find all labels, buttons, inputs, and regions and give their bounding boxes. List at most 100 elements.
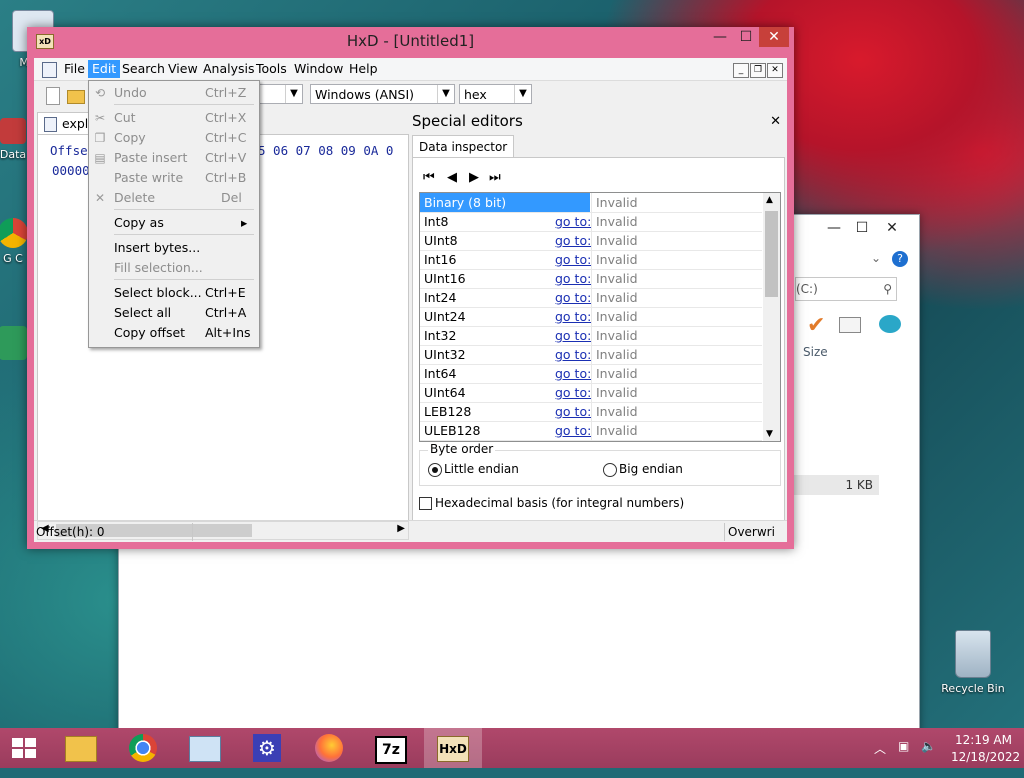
menu-search[interactable]: Search: [118, 60, 169, 78]
inspector-row[interactable]: Int8 go to: Invalid: [420, 212, 762, 232]
inspector-row[interactable]: UInt64 go to: Invalid: [420, 383, 762, 403]
goto-link[interactable]: go to:: [555, 269, 591, 288]
inspector-row-value[interactable]: Invalid: [591, 231, 766, 250]
taskbar-hxd[interactable]: HxD: [424, 728, 482, 768]
volume-icon[interactable]: 🔈: [921, 739, 936, 753]
big-endian-label[interactable]: Big endian: [619, 462, 683, 476]
inspector-row-value[interactable]: Invalid: [591, 307, 766, 326]
taskbar-control-panel[interactable]: [176, 728, 234, 768]
edit-menu-item[interactable]: Copy as ▸: [89, 213, 259, 233]
taskbar-chrome[interactable]: [114, 728, 172, 768]
checkmark-icon[interactable]: ✔: [807, 313, 825, 338]
inspector-row-value[interactable]: Invalid: [591, 421, 766, 440]
taskbar-7zip[interactable]: 7z: [362, 728, 420, 768]
inspector-row[interactable]: Int16 go to: Invalid: [420, 250, 762, 270]
tab-data-inspector[interactable]: Data inspector: [412, 135, 515, 158]
goto-link[interactable]: go to:: [555, 231, 591, 250]
edit-menu-dropdown[interactable]: ⟲ Undo Ctrl+Z ✂ Cut Ctrl+X ❐ Copy Ctrl+C ▤ Paste i…: [88, 80, 260, 348]
column-header-size[interactable]: Size: [803, 345, 828, 359]
inspector-row[interactable]: UInt8 go to: Invalid: [420, 231, 762, 251]
taskbar-settings[interactable]: ⚙: [238, 728, 296, 768]
mdi-restore-button[interactable]: ❐: [750, 63, 766, 78]
menu-window[interactable]: Window: [290, 60, 347, 78]
clock-time[interactable]: 12:19 AM: [955, 733, 1012, 747]
tray-chevron-up-icon[interactable]: ︿: [874, 740, 886, 757]
goto-link[interactable]: go to:: [555, 345, 591, 364]
explorer-minimize-button[interactable]: —: [819, 215, 849, 241]
menu-file[interactable]: File: [60, 60, 89, 78]
titlebar[interactable]: xD HxD - [Untitled1] — ☐ ✕: [27, 27, 794, 55]
big-endian-radio[interactable]: [603, 463, 617, 477]
menu-help[interactable]: Help: [345, 60, 382, 78]
inspector-row-value[interactable]: Invalid: [591, 402, 766, 421]
inspector-row[interactable]: UInt24 go to: Invalid: [420, 307, 762, 327]
inspector-row-value[interactable]: Invalid: [591, 193, 766, 212]
help-icon[interactable]: ?: [892, 251, 908, 267]
inspector-row-value[interactable]: Invalid: [591, 364, 766, 383]
charset-select[interactable]: Windows (ANSI) ▼: [310, 84, 455, 104]
goto-link[interactable]: go to:: [555, 307, 591, 326]
menu-view[interactable]: View: [164, 60, 202, 78]
inspector-row-value[interactable]: Invalid: [591, 383, 766, 402]
inspector-row[interactable]: Binary (8 bit) Invalid: [420, 193, 762, 213]
inspector-row[interactable]: Int24 go to: Invalid: [420, 288, 762, 308]
desktop-icon-recycle-bin[interactable]: Recycle Bin: [938, 630, 1008, 695]
explorer-expand-chevron-icon[interactable]: ⌄: [871, 251, 881, 265]
hex-basis-checkbox[interactable]: [419, 497, 432, 510]
scroll-down-icon[interactable]: ▼: [766, 429, 773, 439]
base-select[interactable]: hex ▼: [459, 84, 532, 104]
little-endian-radio[interactable]: [428, 463, 442, 477]
scroll-up-icon[interactable]: ▲: [766, 195, 773, 205]
minimize-button[interactable]: —: [707, 27, 733, 47]
inspector-row-value[interactable]: Invalid: [591, 250, 766, 269]
inspector-row[interactable]: UInt16 go to: Invalid: [420, 269, 762, 289]
inspector-row[interactable]: ULEB128 go to: Invalid: [420, 421, 762, 441]
last-icon[interactable]: ⏭: [489, 170, 501, 185]
goto-link[interactable]: go to:: [555, 383, 591, 402]
network-icon[interactable]: [879, 315, 901, 333]
previous-icon[interactable]: ◀: [447, 170, 457, 185]
data-inspector-grid[interactable]: ▲ ▼ Binary (8 bit) Invalid Int8 go to: Inval…: [419, 192, 781, 442]
start-button[interactable]: [0, 728, 48, 768]
menu-edit[interactable]: Edit: [88, 60, 121, 78]
explorer-maximize-button[interactable]: ☐: [847, 215, 877, 241]
goto-link[interactable]: go to:: [555, 402, 591, 421]
mdi-close-button[interactable]: ✕: [767, 63, 783, 78]
scrollbar-thumb[interactable]: [765, 211, 778, 297]
taskbar-firefox[interactable]: [300, 728, 358, 768]
inspector-row[interactable]: Int32 go to: Invalid: [420, 326, 762, 346]
open-folder-icon[interactable]: [67, 90, 85, 104]
edit-menu-item[interactable]: Select block... Ctrl+E: [89, 283, 259, 303]
goto-link[interactable]: go to:: [555, 212, 591, 231]
inspector-row[interactable]: UInt32 go to: Invalid: [420, 345, 762, 365]
inspector-row-value[interactable]: Invalid: [591, 269, 766, 288]
explorer-search-box[interactable]: (C:) ⚲: [795, 277, 897, 301]
inspector-row[interactable]: LEB128 go to: Invalid: [420, 402, 762, 422]
edit-menu-item[interactable]: Insert bytes...: [89, 238, 259, 258]
little-endian-label[interactable]: Little endian: [444, 462, 519, 476]
new-file-icon[interactable]: [46, 87, 60, 105]
goto-link[interactable]: go to:: [555, 288, 591, 307]
goto-link[interactable]: go to:: [555, 250, 591, 269]
inspector-row[interactable]: Int64 go to: Invalid: [420, 364, 762, 384]
taskbar-file-explorer[interactable]: [52, 728, 110, 768]
close-button[interactable]: ✕: [759, 27, 789, 47]
next-icon[interactable]: ▶: [469, 170, 479, 185]
mdi-minimize-button[interactable]: _: [733, 63, 749, 78]
goto-link[interactable]: go to:: [555, 421, 591, 440]
inspector-row-value[interactable]: Invalid: [591, 212, 766, 231]
goto-link[interactable]: go to:: [555, 326, 591, 345]
menu-tools[interactable]: Tools: [252, 60, 291, 78]
mdi-doc-icon[interactable]: [42, 62, 57, 78]
hex-basis-label[interactable]: Hexadecimal basis (for integral numbers): [435, 496, 684, 510]
inspector-row-value[interactable]: Invalid: [591, 345, 766, 364]
edit-menu-item[interactable]: Copy offset Alt+Ins: [89, 323, 259, 343]
edit-menu-item[interactable]: Select all Ctrl+A: [89, 303, 259, 323]
inspector-row-value[interactable]: Invalid: [591, 326, 766, 345]
maximize-button[interactable]: ☐: [733, 27, 759, 47]
clock-date[interactable]: 12/18/2022: [951, 750, 1020, 764]
explorer-close-button[interactable]: ✕: [877, 215, 907, 241]
inspector-row-value[interactable]: Invalid: [591, 288, 766, 307]
mail-icon[interactable]: [839, 317, 861, 333]
network-icon[interactable]: ▣: [898, 739, 909, 753]
